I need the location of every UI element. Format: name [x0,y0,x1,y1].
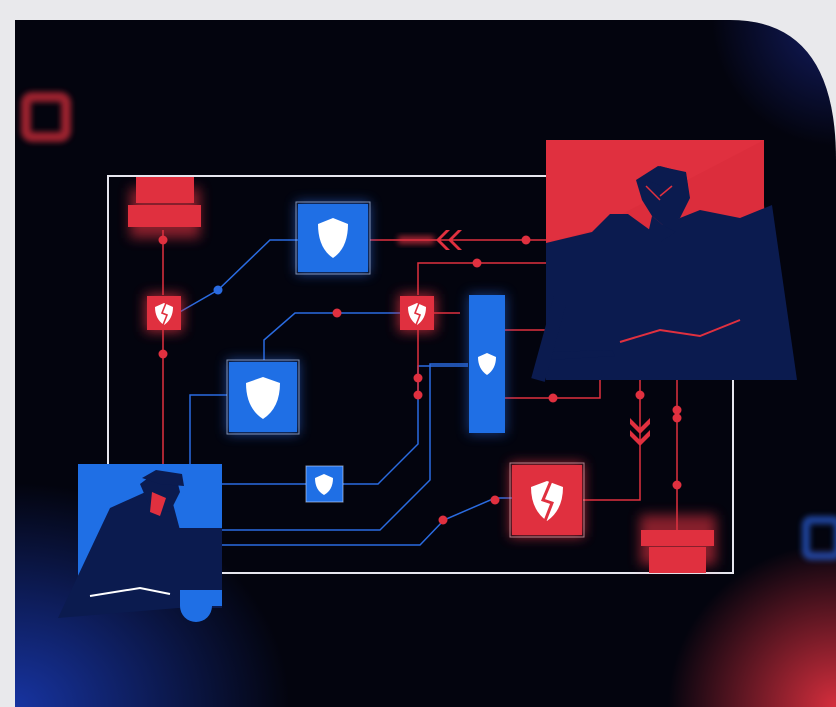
shield-node-red-large [509,462,585,538]
network-security-illustration [15,20,836,707]
red-server-bottom [640,515,716,573]
hacker-figure-icon [531,140,797,382]
shield-node-large-left [226,359,300,435]
user-figure-icon [58,464,222,622]
shield-node-large-top [295,201,371,275]
red-server-top [128,177,201,238]
shield-node-red-left [145,294,183,332]
shield-node-red-mid [398,294,436,332]
shield-node-tall [468,294,506,434]
illustration-stage [0,0,836,707]
shield-node-small-bottom [305,465,344,503]
